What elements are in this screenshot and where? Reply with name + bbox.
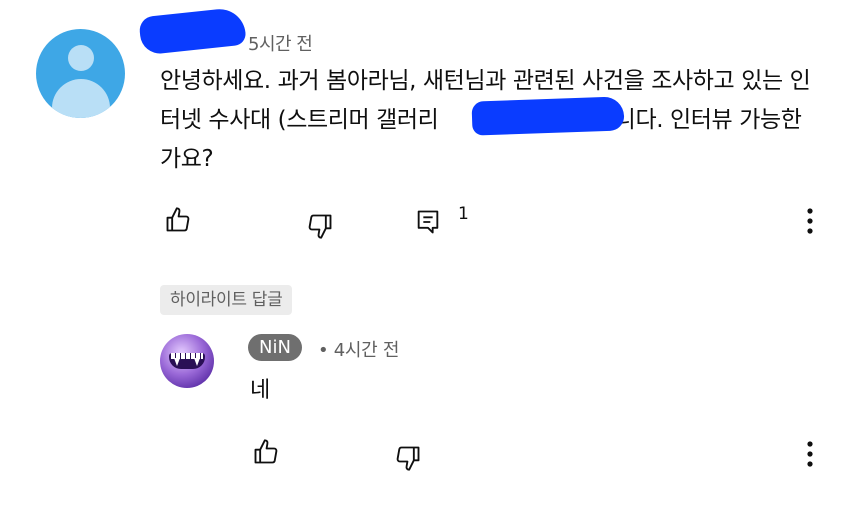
avatar-body-shape <box>52 79 110 118</box>
commenter-avatar[interactable] <box>36 29 125 118</box>
reply-button[interactable] <box>410 204 446 240</box>
avatar-head-shape <box>68 45 94 71</box>
reply-dislike-button[interactable] <box>390 440 426 476</box>
comment-icon <box>417 210 439 234</box>
reply-meta: • 4시간 전 <box>318 336 399 362</box>
thumbs-up-icon <box>166 207 190 232</box>
reply-author-name[interactable]: NiN <box>248 334 302 361</box>
avatar-fang-right <box>194 358 200 366</box>
meta-separator: • <box>318 340 329 361</box>
more-options-button[interactable] <box>796 203 824 239</box>
redacted-text <box>471 96 625 136</box>
reply-text: 네 <box>250 378 271 403</box>
reply-author-avatar[interactable] <box>160 334 214 388</box>
reply-timestamp: 4시간 전 <box>333 340 400 361</box>
more-vert-icon <box>807 441 813 467</box>
like-button[interactable] <box>160 202 196 238</box>
thumbs-up-icon <box>254 439 278 464</box>
comment-timestamp: 5시간 전 <box>248 34 313 55</box>
dislike-button[interactable] <box>302 208 338 244</box>
thumbs-down-icon <box>308 214 332 239</box>
redacted-username <box>138 6 247 56</box>
reply-more-options-button[interactable] <box>796 436 824 472</box>
reply-like-button[interactable] <box>248 434 284 470</box>
thumbs-down-icon <box>396 446 420 471</box>
avatar-fang-left <box>174 358 180 366</box>
more-vert-icon <box>807 208 813 234</box>
reply-count: 1 <box>458 204 469 224</box>
highlighted-reply-chip[interactable]: 하이라이트 답글 <box>160 285 293 315</box>
